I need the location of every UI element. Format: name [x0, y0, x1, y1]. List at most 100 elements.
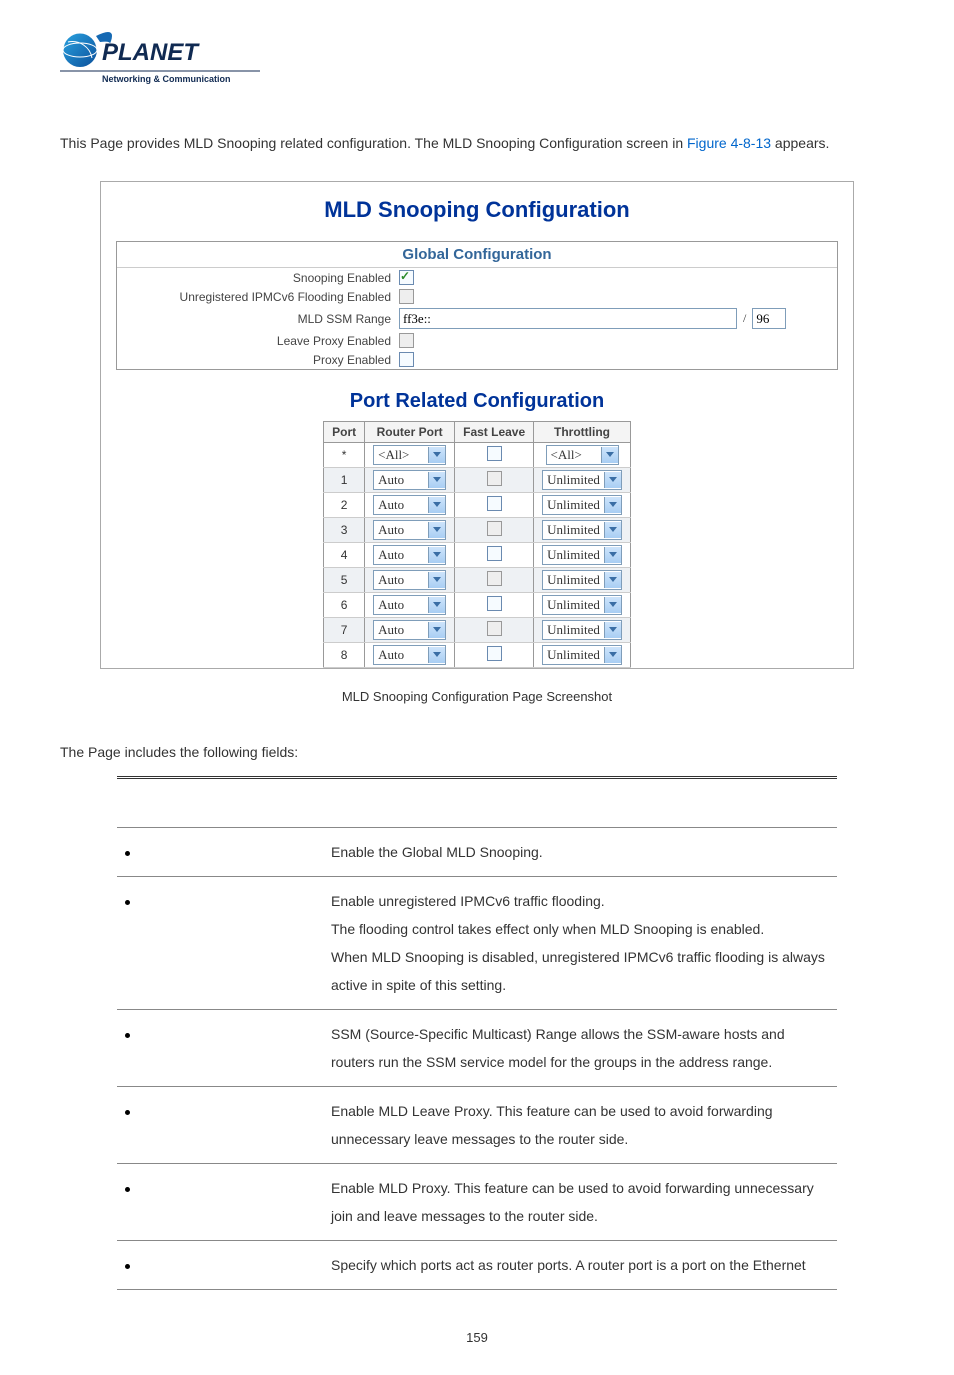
field-row: Specify which ports act as router ports.… [117, 1241, 837, 1290]
bullet-icon [125, 1110, 130, 1115]
cell-router-port: Auto [365, 568, 455, 593]
label-ssm-range: MLD SSM Range [121, 312, 399, 326]
table-row: 4AutoUnlimited [324, 543, 631, 568]
cell-port: 6 [324, 593, 365, 618]
cell-port: 7 [324, 618, 365, 643]
router-port-select[interactable]: Auto [373, 470, 446, 490]
throttling-select[interactable]: Unlimited [542, 570, 622, 590]
cell-fast-leave [455, 493, 534, 518]
throttling-select[interactable]: Unlimited [542, 470, 622, 490]
checkbox-fast-leave[interactable] [487, 546, 502, 561]
router-port-select[interactable]: Auto [373, 570, 446, 590]
checkbox-leave-proxy[interactable] [399, 333, 414, 348]
field-description: SSM (Source-Specific Multicast) Range al… [323, 1010, 837, 1087]
field-row: Enable MLD Proxy. This feature can be us… [117, 1164, 837, 1241]
router-port-select[interactable]: Auto [373, 595, 446, 615]
bullet-icon [125, 1033, 130, 1038]
cell-fast-leave [455, 518, 534, 543]
throttling-select[interactable]: Unlimited [542, 620, 622, 640]
page-number: 159 [60, 1330, 894, 1345]
router-port-select[interactable]: Auto [373, 495, 446, 515]
field-bullet-cell [117, 1164, 323, 1241]
cell-port: 2 [324, 493, 365, 518]
throttling-select[interactable]: Unlimited [542, 645, 622, 665]
intro-suffix: appears. [771, 135, 829, 151]
bullet-icon [125, 851, 130, 856]
fields-intro: The Page includes the following fields: [60, 744, 894, 760]
field-bullet-cell [117, 828, 323, 877]
cell-throttling: Unlimited [534, 518, 631, 543]
row-unreg-flooding: Unregistered IPMCv6 Flooding Enabled [117, 287, 837, 306]
checkbox-fast-leave[interactable] [487, 646, 502, 661]
cell-throttling: Unlimited [534, 593, 631, 618]
ssm-length-input[interactable] [752, 308, 786, 329]
table-row: 3 Auto Unlimited [324, 518, 631, 543]
ssm-separator: / [737, 311, 752, 326]
cell-router-port: Auto [365, 468, 455, 493]
cell-port: 3 [324, 518, 365, 543]
checkbox-fast-leave[interactable] [487, 571, 502, 586]
col-fast-leave: Fast Leave [455, 422, 534, 443]
checkbox-fast-leave[interactable] [487, 446, 502, 461]
cell-throttling: <All> [534, 443, 631, 468]
row-proxy-enabled: Proxy Enabled [117, 350, 837, 369]
checkbox-proxy-enabled[interactable] [399, 352, 414, 367]
field-description: Enable unregistered IPMCv6 traffic flood… [323, 877, 837, 1010]
cell-throttling: Unlimited [534, 568, 631, 593]
router-port-select[interactable]: Auto [373, 520, 446, 540]
page-title: MLD Snooping Configuration [116, 197, 838, 223]
cell-throttling: Unlimited [534, 493, 631, 518]
checkbox-unreg-flooding[interactable] [399, 289, 414, 304]
row-snooping-enabled: Snooping Enabled [117, 268, 837, 287]
checkbox-fast-leave[interactable] [487, 621, 502, 636]
cell-throttling: Unlimited [534, 468, 631, 493]
field-description: Enable MLD Proxy. This feature can be us… [323, 1164, 837, 1241]
throttling-select[interactable]: Unlimited [542, 520, 622, 540]
fields-table: Enable the Global MLD Snooping.Enable un… [117, 776, 837, 1290]
port-config-table: Port Router Port Fast Leave Throttling *… [323, 421, 631, 668]
cell-throttling: Unlimited [534, 643, 631, 668]
cell-router-port: <All> [365, 443, 455, 468]
figure-link[interactable]: Figure 4-8-13 [687, 135, 771, 151]
checkbox-fast-leave[interactable] [487, 471, 502, 486]
intro-paragraph: This Page provides MLD Snooping related … [60, 135, 894, 151]
cell-router-port: Auto [365, 618, 455, 643]
throttling-select[interactable]: Unlimited [542, 595, 622, 615]
cell-fast-leave [455, 443, 534, 468]
cell-router-port: Auto [365, 518, 455, 543]
throttling-select[interactable]: Unlimited [542, 545, 622, 565]
table-row: 7 Auto Unlimited [324, 618, 631, 643]
col-router-port: Router Port [365, 422, 455, 443]
label-leave-proxy: Leave Proxy Enabled [121, 334, 399, 348]
checkbox-fast-leave[interactable] [487, 496, 502, 511]
field-header-cell [117, 778, 323, 828]
table-row: 5AutoUnlimited [324, 568, 631, 593]
svg-text:PLANET: PLANET [102, 39, 200, 66]
label-snooping-enabled: Snooping Enabled [121, 271, 399, 285]
checkbox-fast-leave[interactable] [487, 596, 502, 611]
router-port-select[interactable]: <All> [373, 445, 446, 465]
ssm-prefix-input[interactable] [399, 308, 737, 329]
router-port-select[interactable]: Auto [373, 545, 446, 565]
field-row: Enable MLD Leave Proxy. This feature can… [117, 1087, 837, 1164]
row-ssm-range: MLD SSM Range / [117, 306, 837, 331]
router-port-select[interactable]: Auto [373, 645, 446, 665]
throttling-select[interactable]: <All> [546, 445, 619, 465]
checkbox-snooping-enabled[interactable] [399, 270, 414, 285]
checkbox-fast-leave[interactable] [487, 521, 502, 536]
cell-router-port: Auto [365, 493, 455, 518]
cell-throttling: Unlimited [534, 543, 631, 568]
cell-port: 1 [324, 468, 365, 493]
global-config-header: Global Configuration [117, 242, 837, 268]
screenshot-caption: MLD Snooping Configuration Page Screensh… [60, 689, 894, 704]
field-row: Enable the Global MLD Snooping. [117, 828, 837, 877]
config-screenshot: MLD Snooping Configuration Global Config… [100, 181, 854, 669]
row-leave-proxy: Leave Proxy Enabled [117, 331, 837, 350]
field-description: Enable the Global MLD Snooping. [323, 828, 837, 877]
label-unreg-flooding: Unregistered IPMCv6 Flooding Enabled [121, 290, 399, 304]
router-port-select[interactable]: Auto [373, 620, 446, 640]
throttling-select[interactable]: Unlimited [542, 495, 622, 515]
cell-fast-leave [455, 643, 534, 668]
cell-fast-leave [455, 618, 534, 643]
field-description: Specify which ports act as router ports.… [323, 1241, 837, 1290]
